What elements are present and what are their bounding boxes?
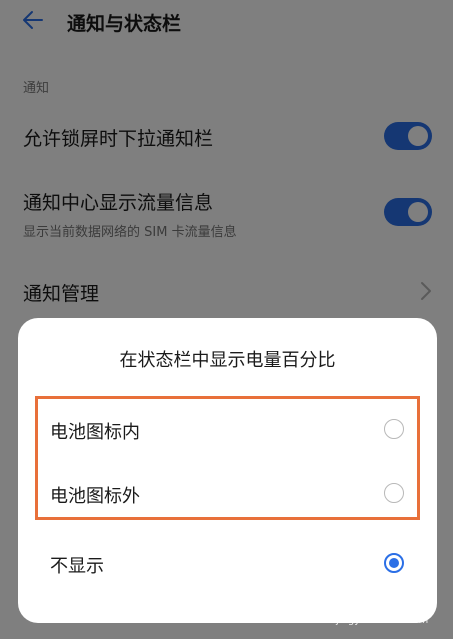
watermark-logo: Bai 经验 (335, 591, 410, 612)
watermark: Bai 经验 jingyan.baidu.com (330, 585, 446, 635)
option-label: 不显示 (50, 556, 104, 577)
highlight-box (35, 396, 420, 520)
battery-percentage-dialog: 在状态栏中显示电量百分比 电池图标内 电池图标外 不显示 (18, 318, 437, 623)
watermark-url: jingyan.baidu.com (336, 615, 429, 626)
radio-button-selected[interactable] (384, 553, 404, 573)
dialog-title: 在状态栏中显示电量百分比 (119, 350, 336, 371)
